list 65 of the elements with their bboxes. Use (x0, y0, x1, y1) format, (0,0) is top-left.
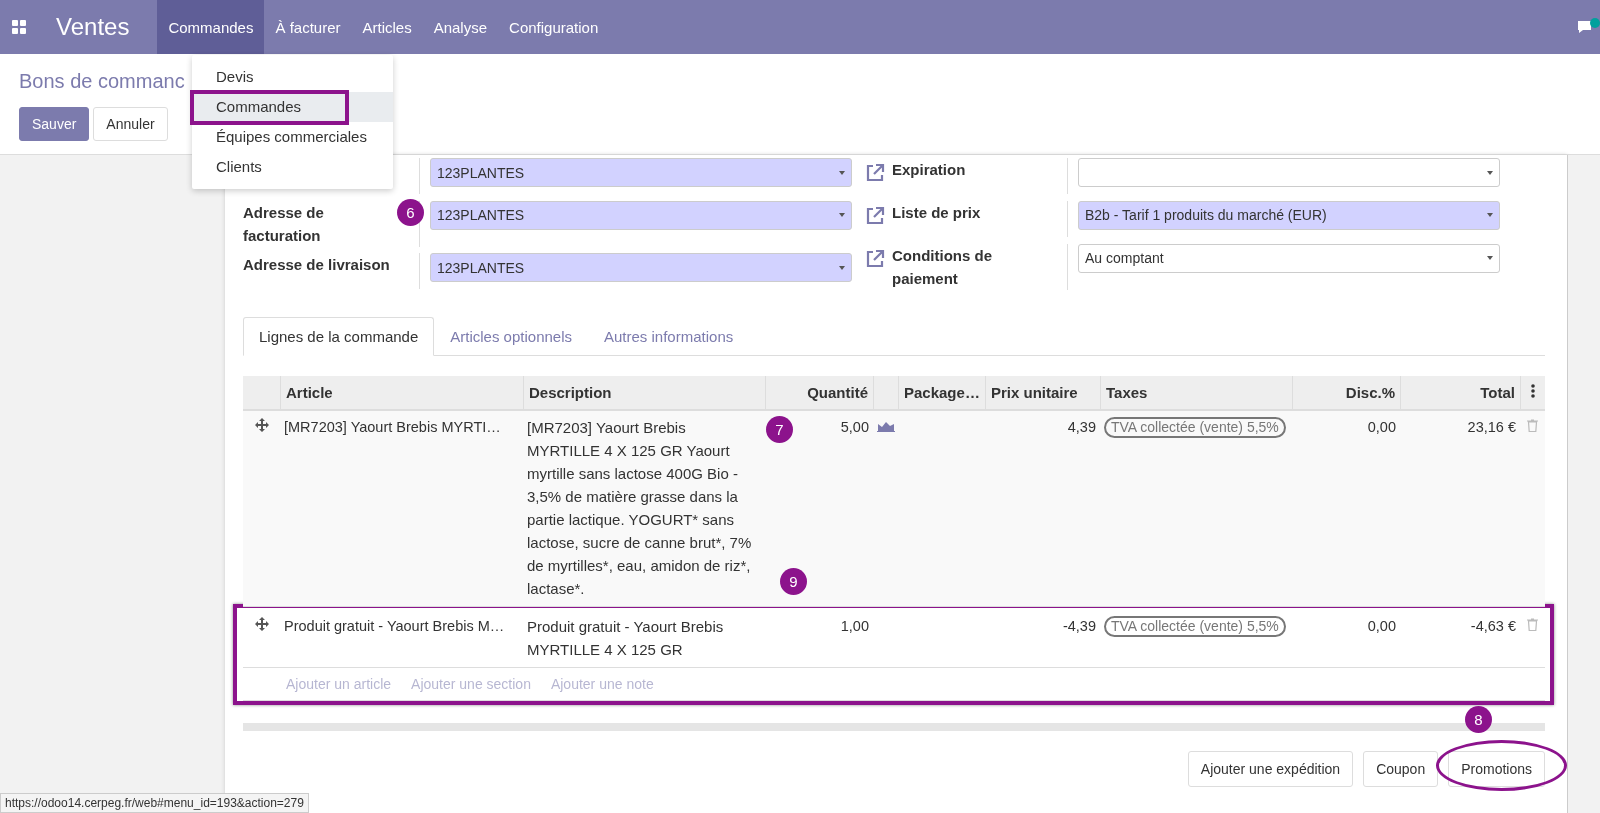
table-cell: 0,00 (1367, 618, 1396, 634)
column-header[interactable]: Description (523, 376, 765, 409)
field-label: Liste de prix (892, 202, 982, 223)
column-header[interactable]: Article (280, 376, 523, 409)
notebook-tab[interactable]: Autres informations (588, 317, 750, 356)
table-cell: [MR7203] Yaourt Brebis MYRTI… (284, 419, 501, 435)
table-cell: -4,63 € (1470, 618, 1516, 634)
column-header[interactable]: Quantité (765, 376, 873, 409)
table-cell: 5,00 (840, 419, 869, 435)
table-cell-text: Produit gratuit - Yaourt Brebis MYRTILLE 4 X 125 GR (527, 617, 725, 660)
field-label: Adresse de facturation (243, 202, 325, 246)
footer-button[interactable]: Ajouter une expédition (1187, 751, 1354, 787)
nav-menu-item[interactable]: Analyse (422, 0, 499, 54)
column-header[interactable]: Total (1400, 376, 1520, 409)
app-name: Ventes (56, 13, 130, 41)
nav-menu-item[interactable]: Configuration (498, 0, 610, 54)
select-field[interactable]: 123PLANTES (430, 158, 852, 187)
scrollbar[interactable] (243, 723, 1545, 731)
tax-tag: TVA collectée (vente) 5,5% (1104, 417, 1286, 438)
dropdown-item[interactable]: Équipes commerciales (192, 122, 393, 152)
nav-menu-item[interactable]: Articles (351, 0, 423, 54)
form-button[interactable]: Annuler (93, 107, 168, 141)
field-label: Adresse de livraison (243, 255, 391, 276)
table-cell-text: [MR7203] Yaourt Brebis MYRTILLE 4 X 125 GR Yaourt myrtille sans lactose 400G Bio - 3,5% de matière grasse dans la partie lactique. YOGURT* sans lactose, sucre de canne brut*, 7% de myrtilles*, eau, amidon de riz*, lactase*. (527, 418, 753, 599)
column-header[interactable]: Prix unitaire (985, 376, 1100, 409)
area-chart-icon[interactable] (877, 420, 895, 432)
select-field[interactable]: 123PLANTES (430, 253, 852, 283)
drag-handle-icon[interactable] (254, 617, 269, 631)
notebook-tab[interactable]: Lignes de la commande (243, 317, 435, 356)
select-field[interactable]: 123PLANTES (430, 200, 852, 230)
dropdown-item[interactable]: Commandes (192, 92, 393, 122)
table-cell: 23,16 € (1467, 419, 1516, 435)
notebook-tab[interactable]: Articles optionnels (434, 317, 588, 356)
table-cell: 4,39 (1067, 419, 1096, 435)
nav-menu-item[interactable]: À facturer (264, 0, 352, 54)
column-header[interactable]: Package… (898, 376, 985, 409)
select-field[interactable]: Au comptant (1078, 243, 1500, 273)
footer-button[interactable]: Coupon (1363, 751, 1439, 787)
dropdown-item[interactable]: Devis (192, 62, 393, 92)
column-options-icon[interactable] (1531, 384, 1535, 398)
footer-button[interactable]: Promotions (1448, 751, 1545, 787)
nav-menu-item[interactable]: Commandes (157, 0, 265, 54)
external-link-icon[interactable] (864, 204, 886, 227)
table-row[interactable]: Produit gratuit - Yaourt Brebis M… Produit gratuit - Yaourt Brebis MYRTILLE 4 X 125 GR 1,00 -4,39 TVA collectée (vente) 5,5% 0,00 -4,63 € (243, 608, 1545, 668)
status-url: https://odoo14.cerpeg.fr/web#menu_id=193&action=279 (0, 793, 309, 813)
chat-icon[interactable] (1576, 18, 1600, 36)
table-cell: 1,00 (840, 618, 869, 634)
select-field[interactable]: B2b - Tarif 1 produits du marché (EUR) (1078, 200, 1500, 230)
field-label: Expiration (892, 160, 967, 180)
external-link-icon[interactable] (864, 162, 886, 184)
table-cell: 0,00 (1367, 419, 1396, 435)
apps-menu-icon[interactable] (12, 20, 26, 34)
column-header[interactable]: Disc.% (1292, 376, 1400, 409)
drag-handle-icon[interactable] (254, 418, 269, 432)
dropdown-item[interactable]: Clients (192, 152, 393, 182)
table-row[interactable] (243, 411, 1545, 607)
external-link-icon[interactable] (864, 247, 886, 270)
tax-tag: TVA collectée (vente) 5,5% (1104, 616, 1286, 637)
select-field[interactable] (1078, 158, 1500, 187)
column-header[interactable]: Taxes (1100, 376, 1292, 409)
form-button[interactable]: Sauver (19, 107, 90, 141)
table-cell: Produit gratuit - Yaourt Brebis M… (284, 618, 505, 634)
field-label: Conditions de paiement (892, 245, 993, 289)
breadcrumb-title: Bons de commanc (19, 70, 185, 94)
table-cell: -4,39 (1062, 618, 1096, 634)
